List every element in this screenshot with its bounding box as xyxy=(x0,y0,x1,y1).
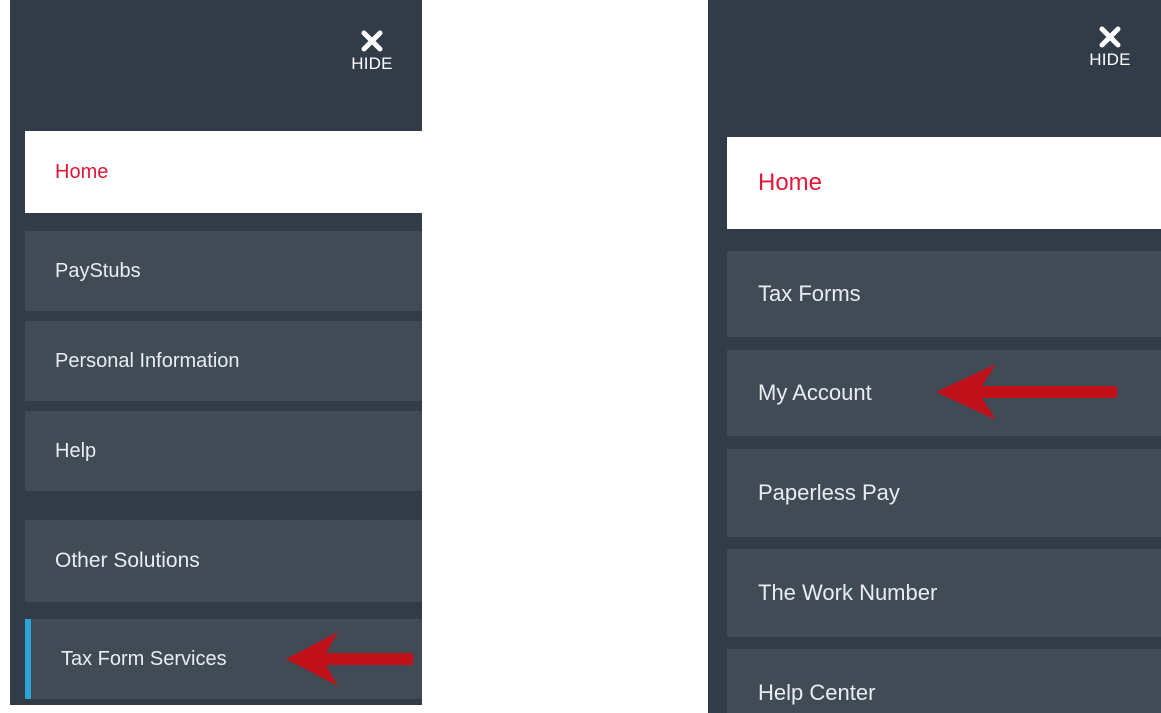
sidebar-item-tax-forms[interactable]: Tax Forms xyxy=(727,251,1161,337)
sidebar-item-label: Tax Form Services xyxy=(61,647,227,670)
sidebar-item-other-solutions[interactable]: Other Solutions xyxy=(25,520,422,602)
hide-label: HIDE xyxy=(1089,50,1131,69)
sidebar-item-my-account[interactable]: My Account xyxy=(727,350,1161,436)
hide-sidebar-button[interactable]: HIDE xyxy=(1080,26,1140,70)
sidebar-item-paystubs[interactable]: PayStubs xyxy=(25,231,422,311)
sidebar-item-home[interactable]: Home xyxy=(25,131,422,213)
sidebar-item-label: Help xyxy=(55,439,97,462)
sidebar-item-help-center[interactable]: Help Center xyxy=(727,649,1161,713)
sidebar-item-label: Other Solutions xyxy=(55,549,200,572)
sidebar-panel-right: HIDE Home Tax Forms My Account Paperless… xyxy=(708,0,1161,713)
sidebar-item-paperless-pay[interactable]: Paperless Pay xyxy=(727,449,1161,537)
sidebar-item-label: Home xyxy=(55,160,109,183)
sidebar-item-home[interactable]: Home xyxy=(727,137,1161,229)
active-indicator xyxy=(25,619,31,699)
sidebar-item-label: Paperless Pay xyxy=(758,480,900,505)
hide-sidebar-button[interactable]: HIDE xyxy=(342,30,402,74)
sidebar-panel-left: HIDE Home PayStubs Personal Information … xyxy=(10,0,422,705)
sidebar-item-label: The Work Number xyxy=(758,580,938,605)
hide-label: HIDE xyxy=(351,54,393,73)
sidebar-item-label: PayStubs xyxy=(55,259,141,282)
sidebar-item-label: My Account xyxy=(758,380,872,405)
sidebar-item-label: Tax Forms xyxy=(758,281,861,306)
sidebar-item-personal-information[interactable]: Personal Information xyxy=(25,321,422,401)
sidebar-item-tax-form-services[interactable]: Tax Form Services xyxy=(25,619,422,699)
sidebar-item-label: Home xyxy=(758,169,823,196)
sidebar-item-the-work-number[interactable]: The Work Number xyxy=(727,549,1161,637)
sidebar-item-help[interactable]: Help xyxy=(25,411,422,491)
sidebar-item-label: Help Center xyxy=(758,680,876,705)
sidebar-item-label: Personal Information xyxy=(55,349,240,372)
close-icon xyxy=(1099,26,1121,48)
close-icon xyxy=(361,30,383,52)
